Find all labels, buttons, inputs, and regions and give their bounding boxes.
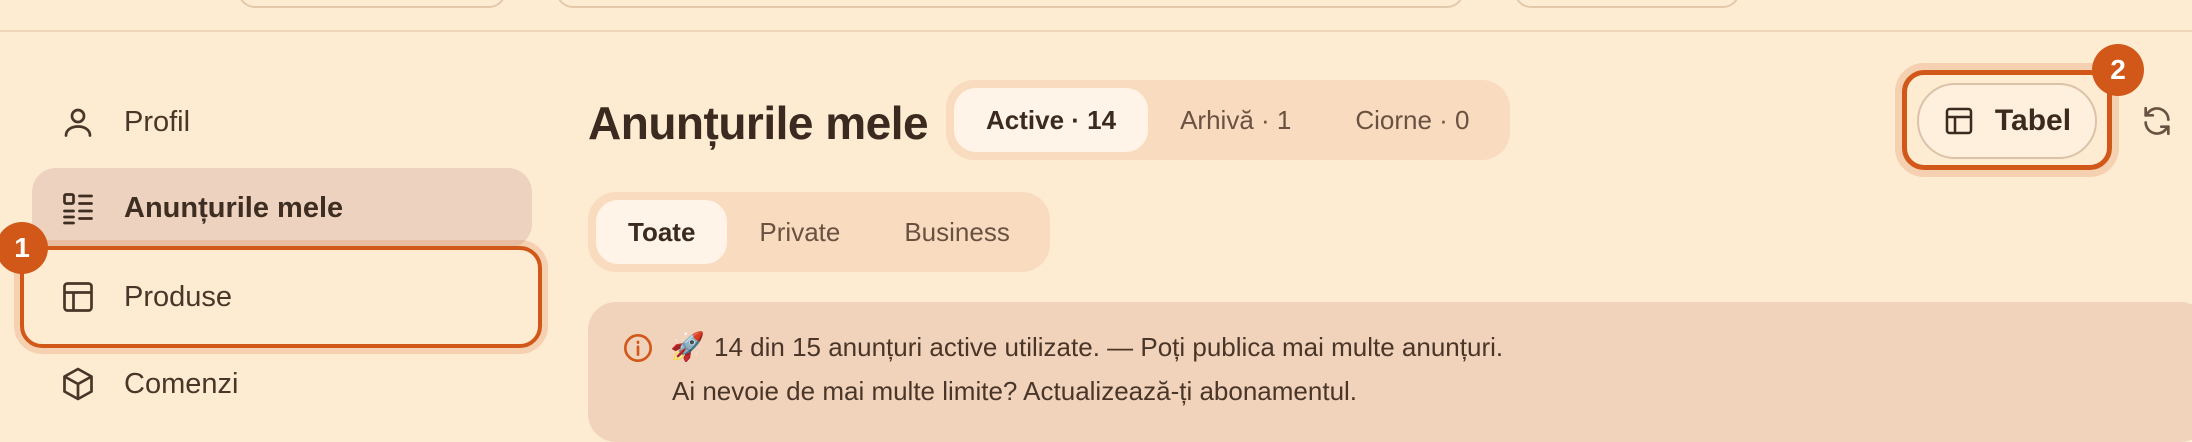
tab-arhiva[interactable]: Arhivă · 1 (1148, 88, 1323, 152)
tab-active[interactable]: Active · 14 (954, 88, 1149, 152)
filter-tabs: Toate Private Business (588, 192, 1050, 272)
box-icon (60, 366, 96, 402)
sidebar-item-comenzi[interactable]: Comenzi (32, 344, 532, 424)
rocket-emoji: 🚀 (670, 331, 705, 362)
user-icon (60, 104, 96, 140)
table-icon (60, 279, 96, 315)
tabel-view-button[interactable]: Tabel (1917, 83, 2097, 159)
banner-message: 14 din 15 anunțuri active utilizate. — P… (714, 332, 1504, 362)
view-toggle-highlight: Tabel (1902, 70, 2112, 170)
filter-business[interactable]: Business (872, 200, 1042, 264)
filter-toate[interactable]: Toate (596, 200, 728, 264)
annotation-badge-2: 2 (2092, 44, 2144, 96)
sidebar-item-produse[interactable]: Produse (20, 246, 542, 348)
sidebar-item-label: Profil (124, 105, 191, 138)
sidebar-item-profil[interactable]: Profil (32, 82, 532, 162)
status-tabs: Active · 14 Arhivă · 1 Ciorne · 0 (946, 80, 1510, 160)
table-icon (1943, 105, 1975, 137)
sidebar-item-label: Comenzi (124, 367, 239, 400)
list-icon (60, 190, 96, 226)
limit-banner: 🚀 14 din 15 anunțuri active utilizate. —… (588, 302, 2192, 442)
top-search-field[interactable] (556, 0, 1464, 8)
sidebar-item-anunturile-mele[interactable]: Anunțurile mele (32, 168, 532, 248)
tabel-label: Tabel (1994, 104, 2072, 137)
refresh-icon[interactable] (2140, 104, 2174, 138)
sidebar-item-label: Produse (124, 280, 233, 313)
info-icon (622, 332, 654, 364)
top-bar (0, 0, 2192, 32)
sidebar-item-label: Anunțurile mele (124, 191, 344, 224)
tab-ciorne[interactable]: Ciorne · 0 (1323, 88, 1501, 152)
filter-private[interactable]: Private (727, 200, 872, 264)
banner-upgrade-text[interactable]: Ai nevoie de mai multe limite? Actualize… (672, 376, 1357, 407)
top-pill-right[interactable] (1514, 0, 1740, 8)
page-title: Anunțurile mele (588, 97, 929, 149)
top-pill-left[interactable] (238, 0, 506, 8)
